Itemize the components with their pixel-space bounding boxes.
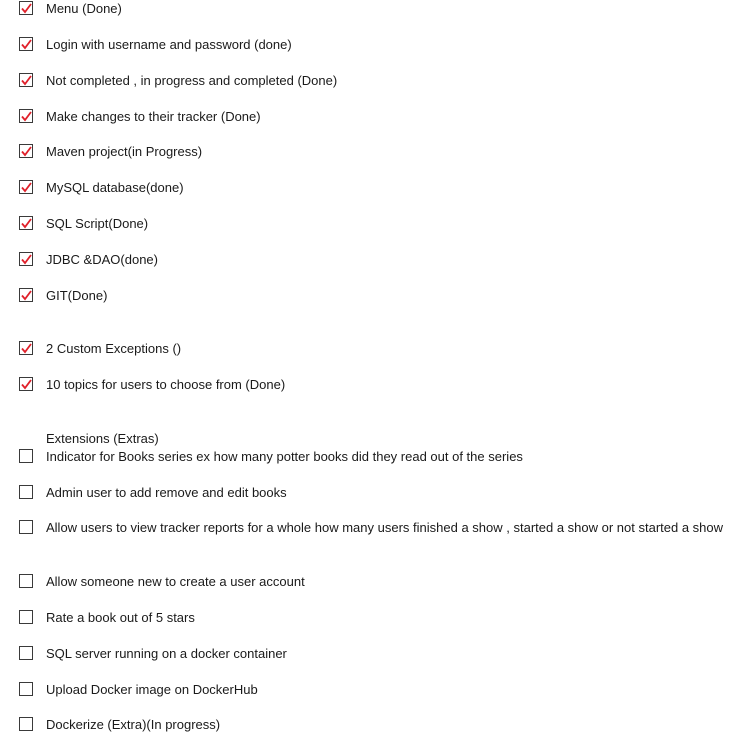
task-label: GIT(Done) [46,288,108,303]
checkmark-icon [21,111,32,122]
task-checkbox[interactable] [19,1,33,15]
task-label: Login with username and password (done) [46,37,292,52]
checkmark-icon [21,343,32,354]
extension-label: SQL server running on a docker container [46,646,287,661]
checkmark-icon [21,290,32,301]
task-checkbox[interactable] [19,109,33,123]
checkmark-icon [21,379,32,390]
checkmark-icon [21,182,32,193]
extension-label: Upload Docker image on DockerHub [46,682,258,697]
task-label: JDBC &DAO(done) [46,252,158,267]
checkmark-icon [21,75,32,86]
task-label: Menu (Done) [46,1,122,16]
task-checkbox[interactable] [19,252,33,266]
extension-checkbox[interactable] [19,610,33,624]
task-checkbox[interactable] [19,341,33,355]
checkmark-icon [21,254,32,265]
extension-label: Allow someone new to create a user accou… [46,574,305,589]
checkmark-icon [21,3,32,14]
extension-checkbox[interactable] [19,646,33,660]
extension-label: Rate a book out of 5 stars [46,610,195,625]
extension-checkbox[interactable] [19,449,33,463]
task-label: 2 Custom Exceptions () [46,341,182,356]
task-checkbox[interactable] [19,288,33,302]
checkmark-icon [21,146,32,157]
extension-checkbox[interactable] [19,717,33,731]
task-label: Not completed , in progress and complete… [46,73,338,88]
checkmark-icon [21,39,32,50]
extension-label: Indicator for Books series ex how many p… [46,449,523,464]
extension-checkbox[interactable] [19,485,33,499]
task-label: MySQL database(done) [46,180,184,195]
task-checkbox[interactable] [19,37,33,51]
task-checkbox[interactable] [19,377,33,391]
extension-label: Allow users to view tracker reports for … [46,520,724,535]
task-checkbox[interactable] [19,144,33,158]
task-label: Make changes to their tracker (Done) [46,109,261,124]
extension-checkbox[interactable] [19,682,33,696]
extensions-heading: Extensions (Extras) [46,431,159,446]
extension-label: Dockerize (Extra)(In progress) [46,717,221,732]
task-checkbox[interactable] [19,180,33,194]
task-checkbox[interactable] [19,73,33,87]
extension-checkbox[interactable] [19,574,33,588]
task-label: SQL Script(Done) [46,216,149,231]
task-label: Maven project(in Progress) [46,144,203,159]
task-label: 10 topics for users to choose from (Done… [46,377,286,392]
checkmark-icon [21,218,32,229]
extension-label: Admin user to add remove and edit books [46,485,287,500]
extension-checkbox[interactable] [19,520,33,534]
task-checkbox[interactable] [19,216,33,230]
